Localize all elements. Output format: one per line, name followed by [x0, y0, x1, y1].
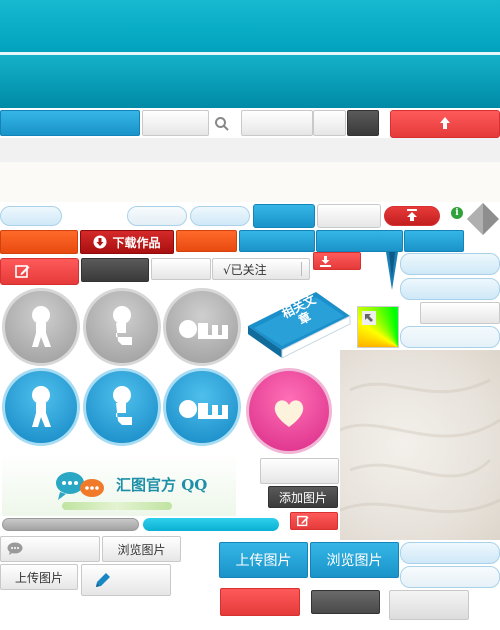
- edit-button-large[interactable]: [0, 258, 79, 285]
- download-small-button[interactable]: [313, 252, 361, 270]
- gray-progress-bar: [2, 518, 139, 531]
- gray-strip: [0, 138, 500, 162]
- upload-image-small-label: 上传图片: [14, 570, 63, 585]
- gray-bottom-button[interactable]: [389, 590, 469, 620]
- pill-button-3[interactable]: [190, 206, 250, 226]
- bottom-right-pill-2[interactable]: [400, 566, 500, 588]
- blue-button-c[interactable]: [404, 230, 464, 252]
- to-top-icon: [406, 208, 418, 224]
- edit-button-small[interactable]: [290, 512, 338, 530]
- image-preview-box[interactable]: [260, 458, 339, 484]
- add-image-button[interactable]: 添加图片: [268, 486, 338, 508]
- download-works-label: 下载作品: [112, 235, 161, 250]
- gray-circle-person-standing-icon[interactable]: [2, 288, 80, 366]
- red-bottom-button[interactable]: [220, 588, 300, 616]
- right-pill-2[interactable]: [400, 278, 500, 300]
- right-gray-input[interactable]: [420, 302, 500, 324]
- grass-strip: [62, 502, 172, 510]
- gray-circle-person-lying-icon[interactable]: [163, 288, 241, 366]
- gray-wide-button[interactable]: [151, 258, 211, 280]
- upload-image-large-label: 上传图片: [235, 553, 292, 569]
- search-icon[interactable]: [214, 116, 230, 132]
- browse-image-large-label: 浏览图片: [326, 553, 383, 569]
- search-input[interactable]: [142, 110, 209, 136]
- right-pill-1[interactable]: [400, 253, 500, 275]
- right-pill-3[interactable]: [400, 326, 500, 348]
- food-photo: [339, 350, 500, 540]
- download-arrow-icon: [93, 235, 107, 249]
- dark-wide-button[interactable]: [81, 258, 149, 282]
- info-icon[interactable]: i: [451, 207, 463, 219]
- followed-label: √已关注: [223, 262, 267, 277]
- pale-strip: [0, 162, 500, 202]
- blue-rect-button[interactable]: [253, 204, 315, 228]
- edit-small-icon: [297, 515, 309, 527]
- comment-button[interactable]: [0, 536, 100, 562]
- arrow-up-icon: [439, 116, 451, 133]
- qq-banner[interactable]: 汇图官方 QQ: [2, 454, 236, 516]
- followed-button[interactable]: √已关注: [212, 258, 310, 280]
- pill-button-1[interactable]: [0, 206, 62, 226]
- input-field-small[interactable]: [241, 110, 313, 136]
- upload-image-button-small[interactable]: 上传图片: [0, 564, 78, 590]
- blue-dropdown-arrow-icon: [386, 252, 398, 290]
- browse-image-button-large[interactable]: 浏览图片: [310, 542, 399, 578]
- download-tray-icon: [320, 255, 331, 267]
- pencil-button[interactable]: [81, 564, 171, 596]
- pink-circle-heart-icon[interactable]: [246, 368, 332, 454]
- search-select-blue[interactable]: [0, 110, 140, 136]
- top-header-bar: [0, 0, 500, 52]
- edit-icon: [15, 264, 30, 279]
- second-header-bar: [0, 55, 500, 108]
- add-image-label: 添加图片: [278, 490, 327, 505]
- dark-square-button[interactable]: [347, 110, 379, 136]
- orange-button-left[interactable]: [0, 230, 78, 254]
- input-field-tiny[interactable]: [313, 110, 346, 136]
- top-arrow-pill[interactable]: [384, 206, 440, 226]
- related-articles-book-icon[interactable]: 相关文章: [246, 286, 352, 360]
- pencil-icon: [94, 571, 112, 589]
- orange-button-mid[interactable]: [176, 230, 237, 252]
- cyan-progress-bar: [143, 518, 279, 531]
- blue-button-a[interactable]: [239, 230, 315, 252]
- blue-circle-person-lying-icon[interactable]: [163, 368, 241, 446]
- blue-circle-person-sitting-icon[interactable]: [83, 368, 161, 446]
- diamond-arrow-icon[interactable]: [466, 202, 500, 236]
- blue-button-b[interactable]: [316, 230, 403, 252]
- download-works-button[interactable]: 下载作品: [80, 230, 174, 254]
- browse-image-button-small[interactable]: 浏览图片: [102, 536, 181, 562]
- comment-bubble-icon: [7, 542, 23, 556]
- gray-rect-button[interactable]: [317, 204, 381, 228]
- resize-arrow-icon: [362, 311, 376, 325]
- bottom-right-pill-1[interactable]: [400, 542, 500, 564]
- dark-bottom-button[interactable]: [311, 590, 380, 614]
- followed-separator: [301, 262, 302, 276]
- gray-circle-person-sitting-icon[interactable]: [83, 288, 161, 366]
- blue-circle-person-standing-icon[interactable]: [2, 368, 80, 446]
- color-picker-swatch[interactable]: [357, 306, 399, 348]
- upload-arrow-button[interactable]: [390, 110, 500, 138]
- qq-banner-text: 汇图官方 QQ: [116, 476, 208, 494]
- upload-image-button-large[interactable]: 上传图片: [219, 542, 308, 578]
- pill-button-2[interactable]: [127, 206, 187, 226]
- chat-bubbles-icon: [54, 470, 108, 504]
- browse-image-small-label: 浏览图片: [117, 542, 166, 557]
